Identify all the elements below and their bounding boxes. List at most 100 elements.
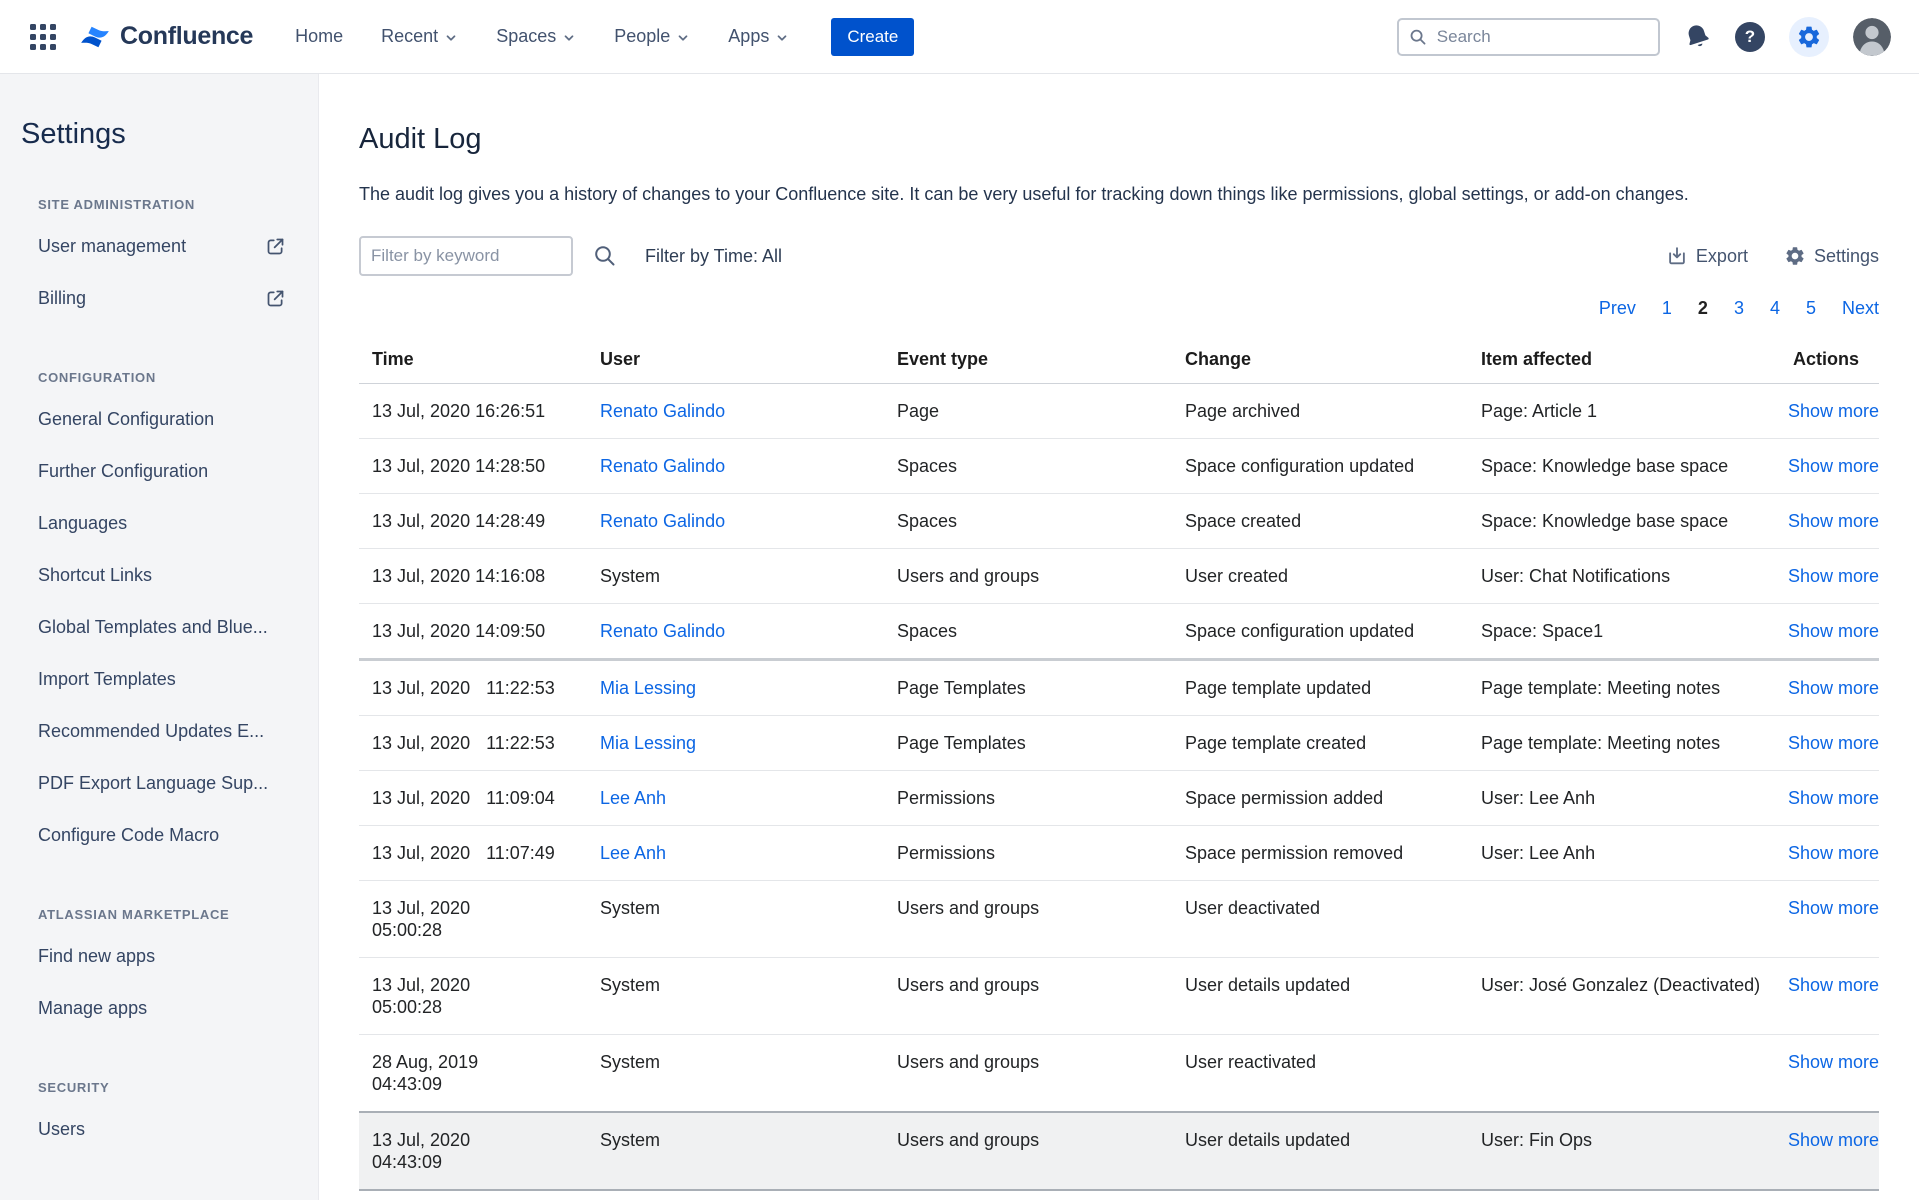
sidebar-item-further-configuration[interactable]: Further Configuration — [21, 445, 298, 497]
cell-event-type: Permissions — [897, 826, 1185, 881]
settings-sidebar: Settings SITE ADMINISTRATIONUser managem… — [0, 74, 319, 1200]
nav-item-people[interactable]: People — [614, 26, 690, 47]
chevron-down-icon — [444, 31, 458, 45]
user-link[interactable]: Mia Lessing — [600, 733, 696, 753]
pagination-page-5[interactable]: 5 — [1806, 298, 1816, 319]
table-row: 13 Jul, 202014:28:50Renato GalindoSpaces… — [359, 439, 1879, 494]
sidebar-item-import-templates[interactable]: Import Templates — [21, 653, 298, 705]
sidebar-item-general-configuration[interactable]: General Configuration — [21, 393, 298, 445]
user-link[interactable]: Renato Galindo — [600, 456, 725, 476]
cell-change: User details updated — [1185, 1112, 1481, 1190]
cell-time: 13 Jul, 202016:26:51 — [359, 384, 600, 439]
user-link[interactable]: Lee Anh — [600, 788, 666, 808]
user-link[interactable]: Lee Anh — [600, 843, 666, 863]
profile-button[interactable] — [1853, 18, 1891, 56]
cell-change: Page archived — [1185, 384, 1481, 439]
sidebar-item-recommended-updates-e[interactable]: Recommended Updates E... — [21, 705, 298, 757]
nav-item-recent[interactable]: Recent — [381, 26, 458, 47]
user-link[interactable]: Mia Lessing — [600, 678, 696, 698]
cell-time: 13 Jul, 202011:22:53 — [359, 660, 600, 716]
cell-time: 13 Jul, 202005:00:28 — [359, 881, 600, 958]
chevron-down-icon — [775, 31, 789, 45]
sidebar-item-global-templates-and-blue[interactable]: Global Templates and Blue... — [21, 601, 298, 653]
sidebar-item-manage-apps[interactable]: Manage apps — [21, 982, 298, 1034]
help-button[interactable]: ? — [1735, 22, 1765, 52]
show-more-link[interactable]: Show more — [1788, 898, 1879, 918]
column-header-time: Time — [359, 343, 600, 384]
pagination-page-4[interactable]: 4 — [1770, 298, 1780, 319]
show-more-link[interactable]: Show more — [1788, 566, 1879, 586]
sidebar-item-users[interactable]: Users — [21, 1103, 298, 1155]
audit-log-table: TimeUserEvent typeChangeItem affectedAct… — [359, 343, 1879, 1200]
user-link[interactable]: Renato Galindo — [600, 621, 725, 641]
cell-time: 13 Jul, 202014:16:08 — [359, 549, 600, 604]
global-search[interactable] — [1397, 18, 1660, 56]
cell-change: Space configuration updated — [1185, 604, 1481, 660]
show-more-link[interactable]: Show more — [1788, 621, 1879, 641]
notifications-button[interactable] — [1684, 23, 1711, 50]
pagination-prev[interactable]: Prev — [1599, 298, 1636, 319]
cell-event-type: Spaces — [897, 494, 1185, 549]
audit-settings-button[interactable]: Settings — [1784, 245, 1879, 267]
show-more-link[interactable]: Show more — [1788, 788, 1879, 808]
show-more-link[interactable]: Show more — [1788, 843, 1879, 863]
cell-item-affected — [1481, 881, 1781, 958]
cell-event-type: Page — [897, 384, 1185, 439]
cell-time: 13 Jul, 202011:07:49 — [359, 826, 600, 881]
sidebar-item-billing[interactable]: Billing — [21, 272, 298, 324]
user-link[interactable]: Renato Galindo — [600, 401, 725, 421]
sidebar-item-configure-code-macro[interactable]: Configure Code Macro — [21, 809, 298, 861]
event-date: 13 Jul, 2020 — [372, 897, 584, 919]
show-more-link[interactable]: Show more — [1788, 511, 1879, 531]
chevron-down-icon — [562, 31, 576, 45]
pagination-page-3[interactable]: 3 — [1734, 298, 1744, 319]
show-more-link[interactable]: Show more — [1788, 678, 1879, 698]
audit-log-page: Audit Log The audit log gives you a hist… — [319, 74, 1919, 1200]
show-more-link[interactable]: Show more — [1788, 733, 1879, 753]
sidebar-item-user-management[interactable]: User management — [21, 220, 298, 272]
sidebar-item-languages[interactable]: Languages — [21, 497, 298, 549]
nav-item-label: Recent — [381, 26, 438, 47]
nav-item-label: Home — [295, 26, 343, 47]
sidebar-item-find-new-apps[interactable]: Find new apps — [21, 930, 298, 982]
show-more-link[interactable]: Show more — [1788, 456, 1879, 476]
sidebar-section-heading: CONFIGURATION — [38, 370, 298, 385]
cell-event-type: Users and groups — [897, 1035, 1185, 1113]
pagination-next[interactable]: Next — [1842, 298, 1879, 319]
create-button[interactable]: Create — [831, 18, 914, 56]
show-more-link[interactable]: Show more — [1788, 1130, 1879, 1150]
user-link[interactable]: Renato Galindo — [600, 511, 725, 531]
sidebar-item-shortcut-links[interactable]: Shortcut Links — [21, 549, 298, 601]
sidebar-section-heading: SITE ADMINISTRATION — [38, 197, 298, 212]
table-row: 13 Jul, 202014:09:50Renato GalindoSpaces… — [359, 604, 1879, 660]
app-switcher-icon[interactable] — [30, 24, 56, 50]
cell-change: Page template created — [1185, 716, 1481, 771]
cell-event-type: Spaces — [897, 439, 1185, 494]
export-button[interactable]: Export — [1666, 245, 1748, 267]
event-time: 04:43:09 — [372, 1151, 584, 1173]
page-title: Audit Log — [359, 122, 1879, 156]
show-more-link[interactable]: Show more — [1788, 401, 1879, 421]
nav-item-apps[interactable]: Apps — [728, 26, 789, 47]
pagination-page-1[interactable]: 1 — [1662, 298, 1672, 319]
filter-search-button[interactable] — [593, 244, 617, 268]
event-date: 13 Jul, 2020 — [372, 401, 470, 421]
cell-event-type: Users and groups — [897, 1112, 1185, 1190]
show-more-link[interactable]: Show more — [1788, 1052, 1879, 1072]
cell-item-affected: Space: Knowledge base space — [1481, 439, 1781, 494]
sidebar-sections: SITE ADMINISTRATION User management Billi… — [21, 197, 298, 1155]
cell-item-affected — [1481, 1190, 1781, 1200]
keyword-filter-input[interactable] — [359, 236, 573, 276]
time-filter-dropdown[interactable]: Filter by Time: All — [645, 246, 782, 267]
search-input[interactable] — [1435, 26, 1648, 48]
sidebar-item-pdf-export-language-sup[interactable]: PDF Export Language Sup... — [21, 757, 298, 809]
confluence-logo[interactable]: Confluence — [78, 20, 253, 54]
nav-item-home[interactable]: Home — [295, 26, 343, 47]
show-more-link[interactable]: Show more — [1788, 975, 1879, 995]
settings-button[interactable] — [1789, 17, 1829, 57]
cell-change: Space permission removed — [1185, 826, 1481, 881]
table-row: 13 Jul, 202004:43:09SystemUsers and grou… — [359, 1112, 1879, 1190]
table-row: 13 Jul, 202011:09:04Lee AnhPermissionsSp… — [359, 771, 1879, 826]
cell-time: 13 Jul, 202014:09:50 — [359, 604, 600, 660]
nav-item-spaces[interactable]: Spaces — [496, 26, 576, 47]
